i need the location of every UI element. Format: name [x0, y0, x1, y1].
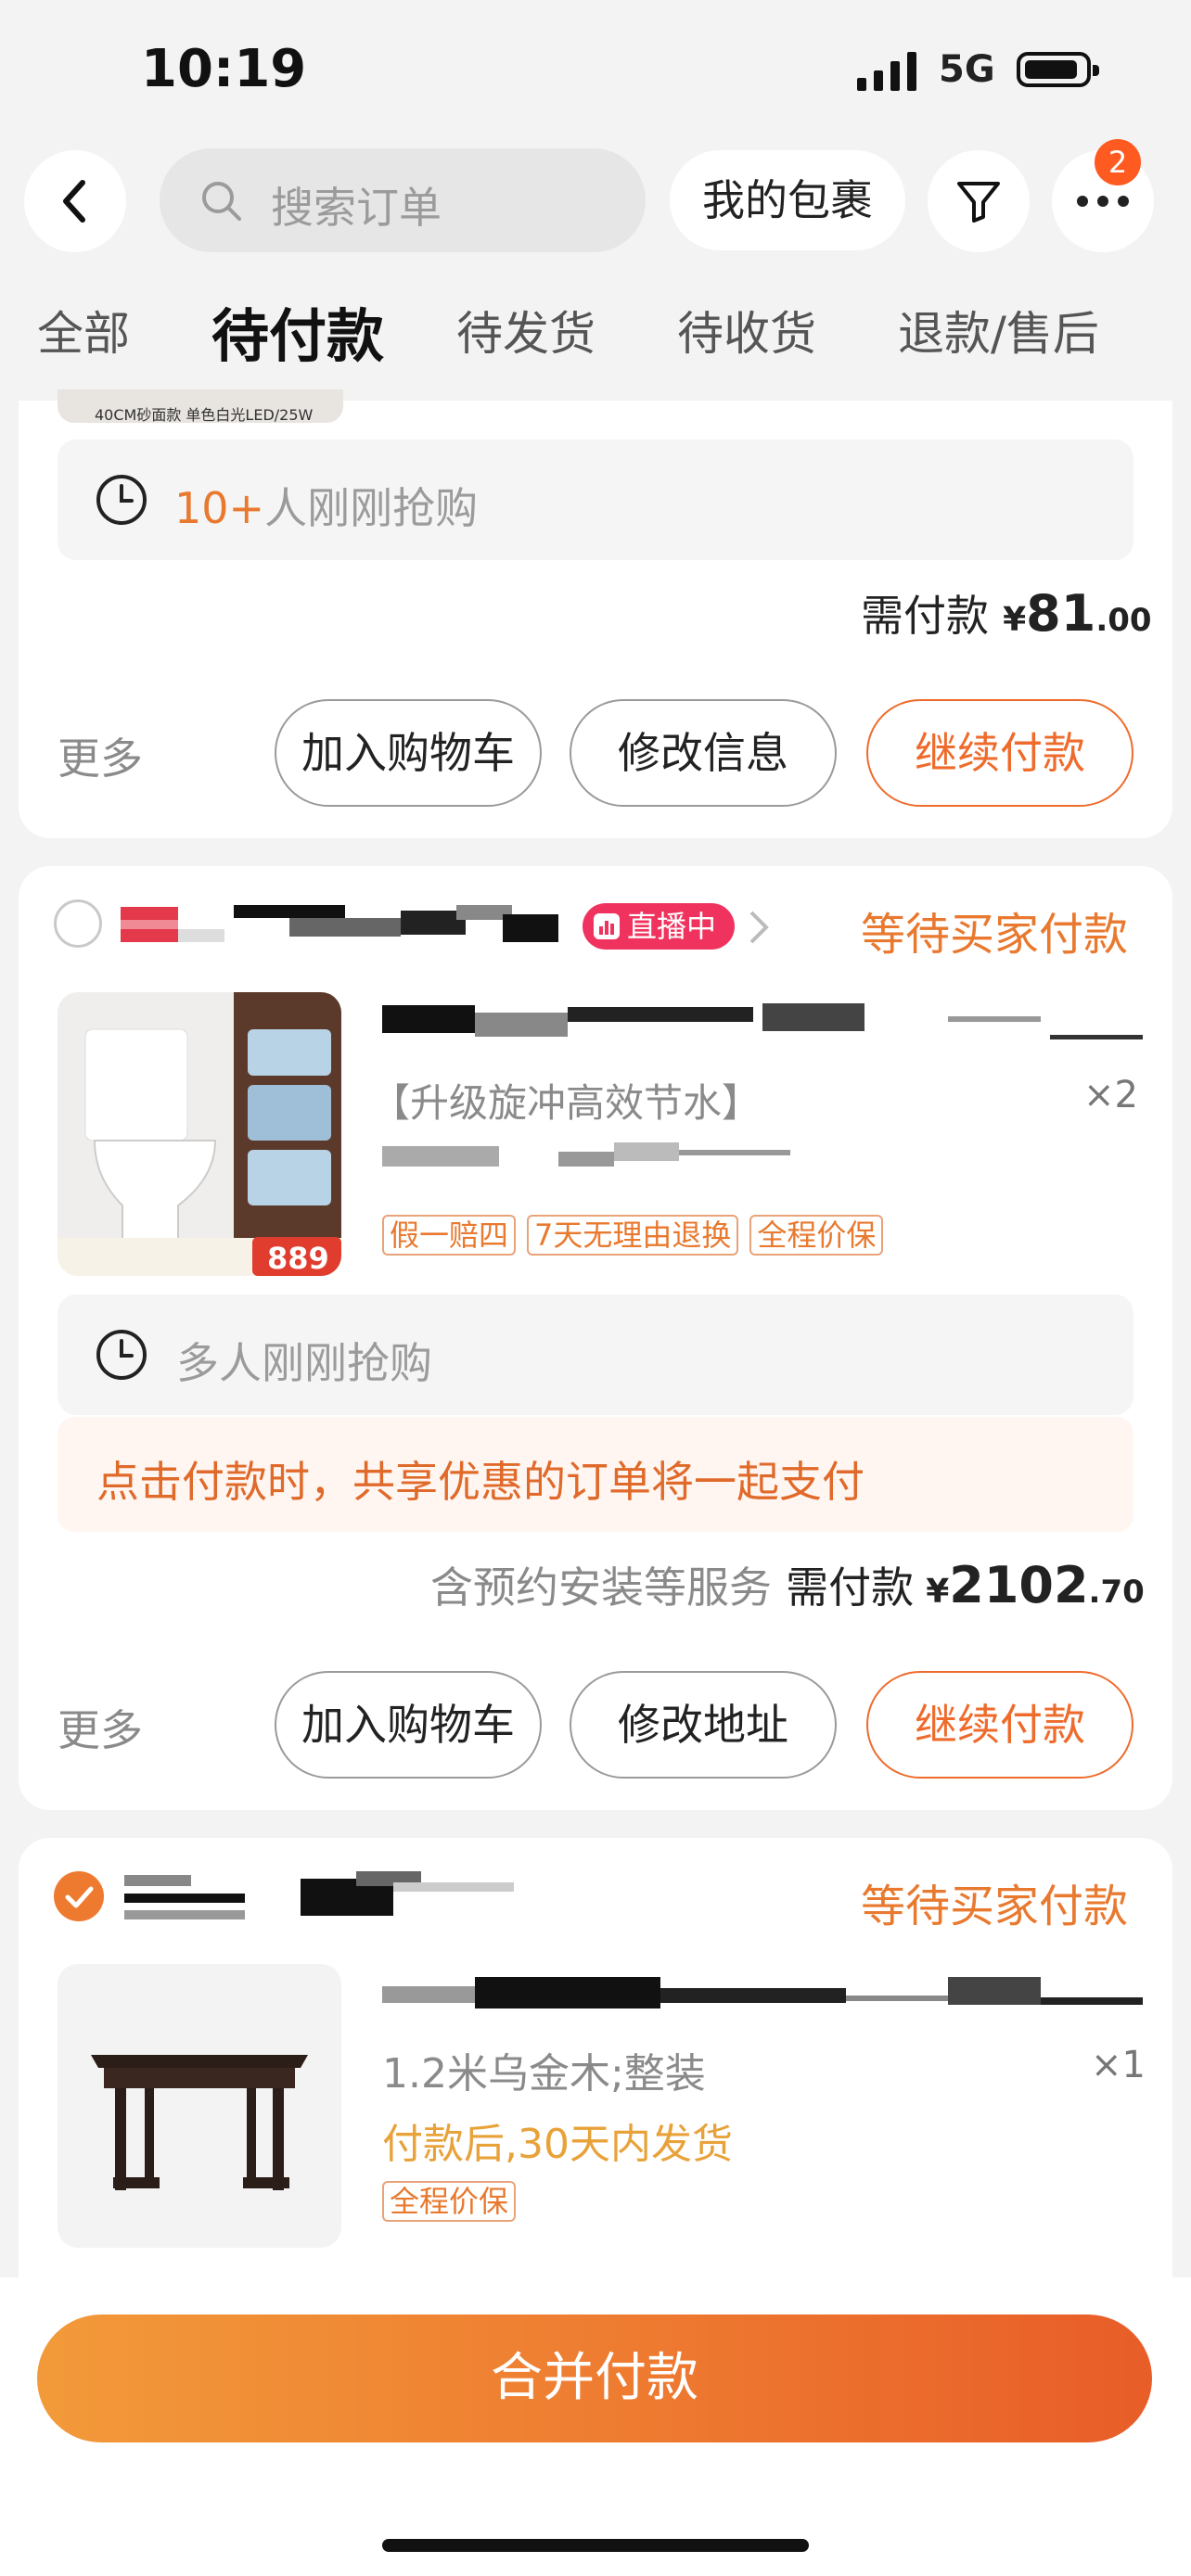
continue-pay-button[interactable]: 继续付款 — [866, 1671, 1133, 1779]
service-note: 含预约安装等服务 — [430, 1562, 772, 1613]
quantity: ×1 — [1091, 2044, 1146, 2086]
more-link[interactable]: 更多 — [58, 725, 143, 786]
promo-box: 多人刚刚抢购 — [58, 1294, 1133, 1415]
shared-discount-notice: 点击付款时，共享优惠的订单将一起支付 — [58, 1417, 1133, 1532]
product-spec: 1.2米乌金木;整装 — [382, 2050, 706, 2098]
chevron-right-icon — [749, 911, 769, 944]
console-table-image — [91, 2055, 308, 2190]
order-status: 等待买家付款 — [861, 909, 1129, 961]
tag-7day-return: 7天无理由退换 — [527, 1215, 739, 1256]
product-thumbnail[interactable]: 889 — [58, 992, 341, 1276]
tab-pending-receipt[interactable]: 待收货 — [677, 297, 816, 363]
network-label: 5G — [939, 48, 995, 91]
order-select-checkbox[interactable] — [54, 899, 102, 948]
tag-fake-compensation: 假一赔四 — [382, 1215, 517, 1256]
filter-button[interactable] — [928, 150, 1030, 252]
check-icon — [65, 1886, 94, 1908]
search-placeholder: 搜索订单 — [271, 183, 442, 233]
product-title-redacted[interactable] — [382, 1001, 1143, 1042]
product-thumbnail[interactable]: 40CM砂面款 单色白光LED/25W — [58, 389, 343, 423]
signal-icon — [857, 52, 916, 91]
tab-pending-shipment[interactable]: 待发货 — [456, 297, 596, 363]
tab-refund-aftersale[interactable]: 退款/售后 — [898, 297, 1099, 363]
product-subtitle: 【升级旋冲高效节水】 — [371, 1080, 762, 1126]
search-input[interactable]: 搜索订单 — [160, 148, 646, 252]
product-thumbnail[interactable] — [58, 1964, 341, 2248]
tab-pending-payment[interactable]: 待付款 — [211, 289, 384, 373]
order-select-checkbox-checked[interactable] — [54, 1871, 104, 1921]
edit-address-button[interactable]: 修改地址 — [570, 1671, 837, 1779]
clock-icon — [96, 475, 147, 525]
promo-count: 10+ — [174, 483, 265, 533]
shipping-note: 付款后,30天内发货 — [382, 2121, 733, 2168]
clock: 10:19 — [141, 39, 307, 99]
toilet-image — [58, 992, 341, 1276]
chevron-left-icon — [63, 180, 85, 223]
home-indicator — [382, 2539, 809, 2552]
tag-price-protect: 全程价保 — [382, 2181, 517, 2222]
shop-name-redacted[interactable] — [234, 901, 568, 953]
back-button[interactable] — [24, 150, 126, 252]
more-link[interactable]: 更多 — [58, 1697, 143, 1758]
add-to-cart-button[interactable]: 加入购物车 — [275, 699, 542, 807]
service-tags: 假一赔四 7天无理由退换 全程价保 — [382, 1215, 884, 1256]
search-icon — [202, 182, 241, 221]
notification-badge: 2 — [1095, 139, 1141, 185]
promo-text: 多人刚刚抢购 — [176, 1338, 432, 1388]
order-status: 等待买家付款 — [861, 1881, 1129, 1932]
promo-text: 人刚刚抢购 — [264, 483, 479, 533]
clock-icon — [96, 1330, 147, 1380]
shop-name-redacted[interactable] — [124, 1871, 542, 1923]
tab-all[interactable]: 全部 — [37, 297, 130, 363]
product-spec-redacted — [382, 1139, 864, 1176]
thumb-price: 889 — [267, 1241, 329, 1276]
battery-icon — [1017, 52, 1099, 87]
product-title-redacted[interactable] — [382, 1973, 1143, 2014]
promo-box: 10+人刚刚抢购 — [58, 440, 1133, 560]
continue-pay-button[interactable]: 继续付款 — [866, 699, 1133, 807]
my-packages-button[interactable]: 我的包裹 — [670, 150, 905, 250]
order-tabs: 全部 待付款 待发货 待收货 退款/售后 — [0, 297, 1191, 401]
more-dots-icon — [1077, 196, 1129, 207]
shop-logo — [121, 899, 228, 951]
tag-price-protect: 全程价保 — [749, 1215, 884, 1256]
filter-icon — [957, 182, 1000, 223]
live-badge[interactable]: 直播中 — [583, 903, 735, 950]
service-tags: 全程价保 — [382, 2181, 517, 2222]
edit-info-button[interactable]: 修改信息 — [570, 699, 837, 807]
order-2-total: 含预约安装等服务 需付款 ¥2102.70 — [430, 1556, 1145, 1614]
live-bars-icon — [594, 913, 620, 939]
add-to-cart-button[interactable]: 加入购物车 — [275, 1671, 542, 1779]
merge-pay-button[interactable]: 合并付款 — [37, 2315, 1152, 2442]
quantity: ×2 — [1083, 1074, 1138, 1116]
order-1-total: 需付款 ¥81.00 — [861, 584, 1152, 643]
